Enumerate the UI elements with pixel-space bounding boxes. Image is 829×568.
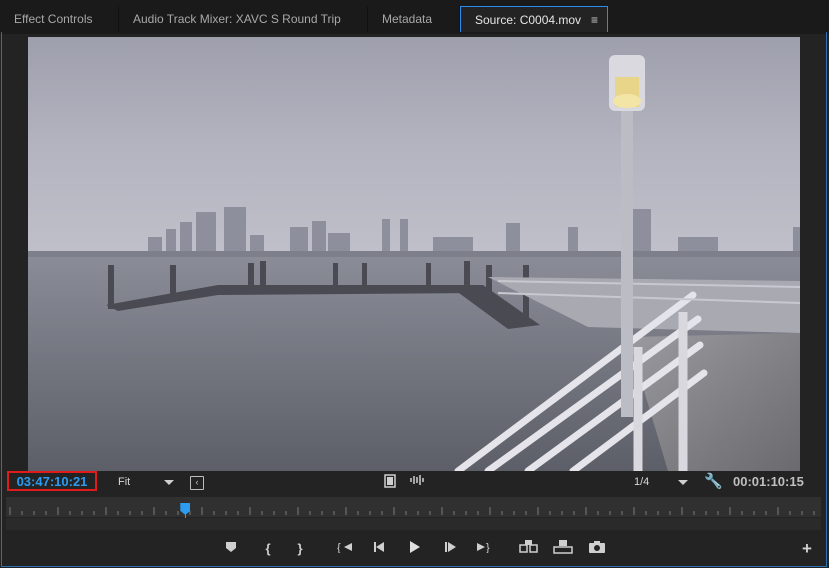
video-image <box>28 37 800 471</box>
chevron-down-icon <box>164 480 174 485</box>
overwrite-icon[interactable] <box>552 540 574 558</box>
plus-icon[interactable]: + <box>797 540 817 558</box>
chevron-down-icon <box>678 480 688 485</box>
source-video-frame[interactable] <box>28 37 800 471</box>
tab-effect-controls[interactable]: Effect Controls <box>0 6 119 32</box>
playback-resolution-value: 1/4 <box>634 476 650 488</box>
step-forward-icon[interactable] <box>440 540 460 558</box>
tab-label: Audio Track Mixer: XAVC S Round Trip <box>133 12 341 26</box>
mark-in-icon[interactable]: { <box>258 540 278 558</box>
tab-source[interactable]: Source: C0004.mov ≡ <box>460 6 608 32</box>
tab-label: Source: C0004.mov <box>475 13 582 27</box>
svg-text:{: { <box>337 542 341 553</box>
playhead-line <box>185 512 187 518</box>
playhead-timecode[interactable]: 03:47:10:21 <box>7 471 97 491</box>
mark-out-icon[interactable]: } <box>290 540 310 558</box>
marker-icon[interactable] <box>221 540 241 558</box>
zoom-level-dropdown[interactable]: Fit <box>112 474 178 490</box>
tab-audio-track-mixer[interactable]: Audio Track Mixer: XAVC S Round Trip <box>119 6 368 32</box>
playback-resolution-dropdown[interactable]: 1/4 <box>628 474 692 490</box>
film-icon[interactable] <box>382 474 398 490</box>
zoom-scrollbar[interactable] <box>6 518 821 530</box>
duration-timecode: 00:01:10:15 <box>733 474 804 489</box>
tab-label: Metadata <box>382 12 433 26</box>
step-back-icon[interactable] <box>370 540 390 558</box>
panel-tab-bar: Effect Controls Audio Track Mixer: XAVC … <box>0 0 829 34</box>
tab-label: Effect Controls <box>14 12 93 26</box>
tab-metadata[interactable]: Metadata <box>368 6 460 32</box>
svg-text:}: } <box>486 542 490 553</box>
go-to-in-icon[interactable]: { <box>335 540 355 558</box>
play-icon[interactable] <box>404 540 424 558</box>
safe-margins-icon[interactable]: ‹ <box>190 476 204 490</box>
insert-icon[interactable] <box>518 540 540 558</box>
time-ruler[interactable] <box>6 497 821 517</box>
camera-icon[interactable] <box>586 540 608 558</box>
time-ruler-ticks <box>9 507 815 515</box>
waveform-icon[interactable] <box>408 474 426 490</box>
wrench-icon[interactable]: 🔧 <box>704 474 723 490</box>
hamburger-icon[interactable]: ≡ <box>591 7 598 33</box>
go-to-out-icon[interactable]: } <box>474 540 494 558</box>
zoom-level-value: Fit <box>118 476 131 488</box>
